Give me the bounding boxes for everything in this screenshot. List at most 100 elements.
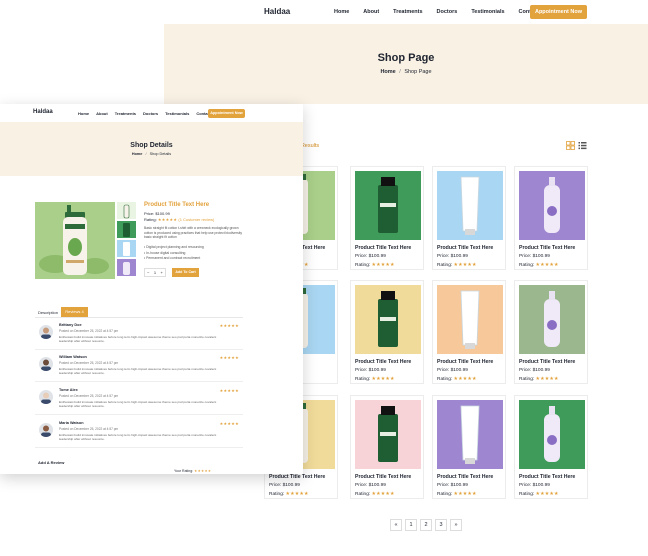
product-card-title[interactable]: Product Title Text Here (519, 359, 575, 365)
product-card[interactable]: Product Title Text Here Price: $100.99 Rat… (514, 395, 588, 499)
product-card[interactable]: Product Title Text Here Price: $100.99 Rat… (432, 166, 506, 270)
product-image[interactable] (519, 285, 585, 354)
tab-divider (35, 317, 243, 318)
product-card-title[interactable]: Product Title Text Here (437, 359, 493, 365)
product-card-rating: Rating: ★★★★★ (355, 377, 395, 382)
rating-label: Rating: (519, 263, 535, 268)
avatar (39, 423, 53, 437)
rating-stars: ★★★★★ (453, 377, 477, 382)
product-card-title[interactable]: Product Title Text Here (437, 245, 493, 251)
product-card-price: Price: $100.99 (519, 483, 550, 488)
product-image[interactable] (437, 285, 503, 354)
product-card[interactable]: Product Title Text Here Price: $100.99 Rat… (514, 280, 588, 384)
product-card-price: Price: $100.99 (519, 368, 550, 373)
product-image[interactable] (519, 171, 585, 240)
thumbnail-3[interactable] (117, 240, 136, 257)
logo[interactable]: Haldaa (264, 7, 290, 16)
product-card-title[interactable]: Product Title Text Here (519, 474, 575, 480)
review-date: Posted on December 25, 2022 at 4:57 pm (59, 427, 119, 431)
rating-label: Rating: (144, 217, 157, 222)
pagination: « 1 2 3 » (390, 519, 462, 531)
qty-plus-button[interactable]: + (160, 270, 162, 275)
shop-details-window: Haldaa Home About Treatments Doctors Tes… (0, 104, 303, 474)
product-card[interactable]: Product Title Text Here Price: $100.99 Rat… (350, 166, 424, 270)
rating-stars: ★★★★★ (453, 263, 477, 268)
details-nav-testimonials[interactable]: Testimonials (165, 111, 189, 116)
page-3-button[interactable]: 3 (435, 519, 447, 531)
product-card-price: Price: $100.99 (355, 254, 386, 259)
rating-label: Rating: (355, 377, 371, 382)
nav-about[interactable]: About (363, 9, 379, 15)
tab-description[interactable]: Description (38, 310, 58, 315)
nav-testimonials[interactable]: Testimonials (471, 9, 504, 15)
page-title: Shop Page (377, 52, 435, 64)
review-stars: ★★★★★ (219, 355, 239, 360)
product-card-title[interactable]: Product Title Text Here (437, 474, 493, 480)
nav-treatments[interactable]: Treatments (393, 9, 422, 15)
details-nav-about[interactable]: About (96, 111, 108, 116)
rating-label: Rating: (355, 492, 371, 497)
thumbnail-4[interactable] (117, 259, 136, 276)
details-breadcrumb-home[interactable]: Home (132, 152, 143, 156)
product-image[interactable] (437, 400, 503, 469)
breadcrumb-current: Shop Page (404, 69, 432, 75)
page-1-button[interactable]: 1 (405, 519, 417, 531)
product-card-title[interactable]: Product Title Text Here (355, 245, 411, 251)
details-appointment-button[interactable]: Appointment Now (208, 109, 245, 118)
appointment-button[interactable]: Appointment Now (530, 5, 587, 19)
add-to-cart-button[interactable]: Add To Cart (172, 268, 199, 277)
details-nav-treatments[interactable]: Treatments (115, 111, 136, 116)
quantity-stepper: − 1 + (144, 268, 166, 277)
product-card-price: Price: $100.99 (437, 254, 468, 259)
product-card-rating: Rating: ★★★★★ (269, 492, 309, 497)
rating-label: Rating: (269, 492, 285, 497)
details-nav-doctors[interactable]: Doctors (143, 111, 158, 116)
nav-menu: Home About Treatments Doctors Testimonia… (334, 9, 553, 15)
product-card-rating: Rating: ★★★★★ (355, 263, 395, 268)
rating-label: Rating: (437, 263, 453, 268)
review-count-link[interactable]: (1 Customer review) (178, 217, 214, 222)
details-logo[interactable]: Haldaa (33, 109, 53, 115)
page-next-button[interactable]: » (450, 519, 462, 531)
details-breadcrumb-separator: / (145, 152, 147, 156)
product-card[interactable]: Product Title Text Here Price: $100.99 Rat… (514, 166, 588, 270)
product-card[interactable]: Product Title Text Here Price: $100.99 Rat… (432, 395, 506, 499)
page-2-button[interactable]: 2 (420, 519, 432, 531)
list-view-icon[interactable] (578, 141, 587, 150)
your-rating-stars[interactable]: ★★★★★ (194, 469, 211, 473)
page-prev-button[interactable]: « (390, 519, 402, 531)
tab-reviews[interactable]: Reviews 4 (61, 307, 88, 317)
product-card-rating: Rating: ★★★★★ (519, 377, 559, 382)
qty-value[interactable]: 1 (154, 270, 156, 275)
product-card-price: Price: $100.99 (355, 483, 386, 488)
details-nav-home[interactable]: Home (78, 111, 89, 116)
nav-doctors[interactable]: Doctors (437, 9, 458, 15)
product-card-title[interactable]: Product Title Text Here (519, 245, 575, 251)
details-nav-menu: Home About Treatments Doctors Testimonia… (78, 111, 218, 116)
product-image[interactable] (437, 171, 503, 240)
product-image[interactable] (355, 400, 421, 469)
product-card-rating: Rating: ★★★★★ (355, 492, 395, 497)
product-image[interactable] (519, 400, 585, 469)
product-image[interactable] (355, 285, 421, 354)
product-card-title[interactable]: Product Title Text Here (355, 359, 411, 365)
product-image[interactable] (355, 171, 421, 240)
details-navbar: Haldaa Home About Treatments Doctors Tes… (0, 104, 303, 122)
grid-view-icon[interactable] (566, 141, 575, 150)
product-card-title[interactable]: Product Title Text Here (269, 474, 325, 480)
product-card[interactable]: Product Title Text Here Price: $100.99 Rat… (432, 280, 506, 384)
breadcrumb-home[interactable]: Home (380, 69, 395, 75)
product-card[interactable]: Product Title Text Here Price: $100.99 Rat… (350, 280, 424, 384)
product-card-title[interactable]: Product Title Text Here (355, 474, 411, 480)
thumbnail-2[interactable] (117, 221, 136, 238)
product-card-rating: Rating: ★★★★★ (437, 377, 477, 382)
review-date: Posted on December 25, 2022 at 4:57 pm (59, 361, 119, 365)
qty-minus-button[interactable]: − (147, 270, 149, 275)
product-card[interactable]: Product Title Text Here Price: $100.99 Rat… (350, 395, 424, 499)
product-card-price: Price: $100.99 (437, 368, 468, 373)
page-banner: Shop Page Home / Shop Page (164, 24, 648, 104)
thumbnail-1[interactable] (117, 202, 136, 219)
feature-list: • Digital project planning and resourcin… (144, 245, 204, 262)
product-card-price: Price: $100.99 (269, 483, 300, 488)
nav-home[interactable]: Home (334, 9, 349, 15)
